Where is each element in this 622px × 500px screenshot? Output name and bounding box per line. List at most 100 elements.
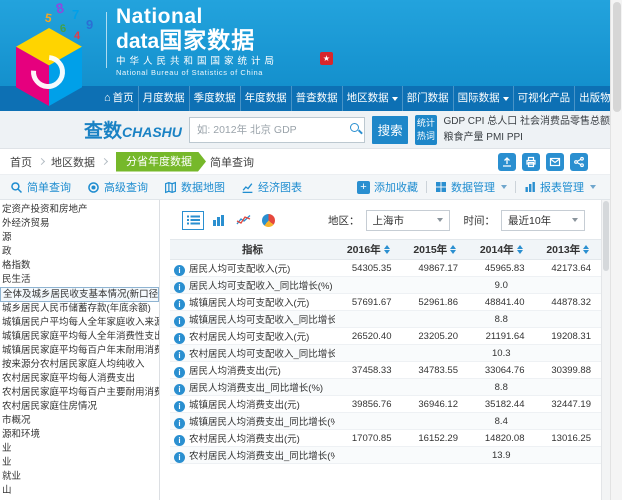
divider — [515, 181, 516, 193]
sort-icon — [583, 245, 589, 254]
logo-digit: 8 — [54, 0, 65, 17]
sidebar-item[interactable]: 城镇居民家庭平均每人全年消费性支出 — [0, 330, 159, 344]
print-icon[interactable] — [522, 153, 540, 171]
line-chart-view-icon[interactable] — [232, 211, 254, 230]
content-scrollbar[interactable] — [601, 200, 610, 500]
chevron-right-icon — [38, 158, 45, 165]
toolbar-economic-charts[interactable]: 经济图表 — [241, 179, 302, 195]
sidebar-item-selected[interactable]: 全体及城乡居民收支基本情况(新口径) — [0, 287, 159, 302]
caret-down-icon — [503, 97, 509, 101]
sidebar-item[interactable]: 山 — [0, 484, 159, 498]
info-icon[interactable]: i — [174, 384, 185, 395]
breadcrumb-simple-query[interactable]: 简单查询 — [210, 154, 254, 170]
cell-value: 44878.32 — [535, 294, 602, 311]
sidebar-item[interactable]: 城镇居民户平均每人全年家庭收入来源 — [0, 316, 159, 330]
search-icon[interactable] — [350, 123, 359, 132]
sidebar-item[interactable]: 外经济贸易 — [0, 217, 159, 231]
table-view-icon[interactable] — [182, 211, 204, 230]
cell-value: 39856.76 — [335, 396, 402, 413]
sidebar-item[interactable]: 城乡居民人民币储蓄存款(年底余额) — [0, 302, 159, 316]
info-icon[interactable]: i — [174, 299, 185, 310]
year-label: 2015年 — [413, 242, 447, 257]
metric-label: 城镇居民人均消费支出_同比增长(%) — [189, 417, 335, 428]
toolbar-simple-query[interactable]: 简单查询 — [10, 179, 71, 195]
page-scrollbar[interactable] — [610, 0, 622, 500]
scrollbar-thumb[interactable] — [613, 2, 621, 112]
breadcrumb-home[interactable]: 首页 — [10, 154, 32, 170]
sidebar-item[interactable]: 定资产投资和房地产 — [0, 203, 159, 217]
toolbar-advanced-query[interactable]: 高级查询 — [87, 179, 148, 195]
toolbar-data-map[interactable]: 数据地图 — [164, 179, 225, 195]
year-column-header[interactable]: 2016年 — [335, 240, 402, 260]
info-icon[interactable]: i — [174, 282, 185, 293]
nav-item-quarterly[interactable]: 季度数据 — [190, 86, 241, 111]
cell-value: 32447.19 — [535, 396, 602, 413]
info-icon[interactable]: i — [174, 316, 185, 327]
breadcrumb-regional-data[interactable]: 地区数据 — [51, 154, 95, 170]
info-icon[interactable]: i — [174, 401, 185, 412]
search-input[interactable] — [189, 117, 365, 143]
table-row: i居民人均可支配收入_同比增长(%) 9.0 — [170, 277, 601, 294]
nav-item-monthly[interactable]: 月度数据 — [139, 86, 190, 111]
scrollbar-thumb[interactable] — [603, 201, 609, 271]
nav-item-home[interactable]: ⌂ 首页 — [100, 86, 139, 111]
sidebar-item[interactable]: 城镇居民家庭平均每百户年末耐用消费品拥有量 — [0, 344, 159, 358]
chart-icon — [241, 181, 254, 194]
cell-value: 42173.64 — [535, 260, 602, 277]
nav-item-visualization[interactable]: 可视化产品 — [514, 86, 576, 111]
grid-icon — [435, 181, 447, 193]
sidebar-item[interactable]: 格指数 — [0, 259, 159, 273]
cell-value: 37458.33 — [335, 362, 402, 379]
info-icon[interactable]: i — [174, 452, 185, 463]
nav-label: 首页 — [113, 86, 134, 111]
year-column-header[interactable]: 2014年 — [468, 240, 535, 260]
nav-item-international[interactable]: 国际数据 — [454, 86, 514, 111]
data-management-menu[interactable]: 数据管理 — [435, 179, 507, 195]
time-select[interactable]: 最近10年 — [501, 210, 585, 231]
sidebar-item[interactable]: 农村居民家庭平均每人消费支出 — [0, 372, 159, 386]
info-icon[interactable]: i — [174, 435, 185, 446]
hot-words-line2[interactable]: 粮食产量 PMI PPI — [444, 132, 523, 143]
sort-icon — [384, 245, 390, 254]
sidebar-item[interactable]: 民生活 — [0, 273, 159, 287]
nav-item-annual[interactable]: 年度数据 — [241, 86, 292, 111]
sidebar-item[interactable]: 就业 — [0, 470, 159, 484]
sidebar-item[interactable]: 农村居民家庭平均每百户主要耐用消费品拥有量 — [0, 386, 159, 400]
sidebar-item[interactable]: 按来源分农村居民家庭人均纯收入 — [0, 358, 159, 372]
sort-icon — [450, 245, 456, 254]
info-icon[interactable]: i — [174, 367, 185, 378]
pie-chart-view-icon[interactable] — [257, 211, 279, 230]
nav-item-regional[interactable]: 地区数据 — [343, 86, 403, 111]
add-favorite-button[interactable]: + 添加收藏 — [357, 179, 418, 195]
nav-item-census[interactable]: 普查数据 — [292, 86, 343, 111]
info-icon[interactable]: i — [174, 350, 185, 361]
sidebar-item[interactable]: 农村居民家庭住房情况 — [0, 400, 159, 414]
export-icon[interactable] — [498, 153, 516, 171]
breadcrumb-actions — [498, 153, 588, 171]
share-icon[interactable] — [570, 153, 588, 171]
bar-chart-view-icon[interactable] — [207, 211, 229, 230]
email-icon[interactable] — [546, 153, 564, 171]
cell-value — [535, 447, 602, 464]
brand-line2-en: data — [116, 30, 159, 53]
sidebar-item[interactable]: 业 — [0, 456, 159, 470]
sidebar-item[interactable]: 源和环境 — [0, 428, 159, 442]
breadcrumb-annual-by-province[interactable]: 分省年度数据 — [116, 152, 206, 172]
info-icon[interactable]: i — [174, 265, 185, 276]
metric-label: 城镇居民人均可支配收入(元) — [189, 298, 309, 309]
sidebar-item[interactable]: 业 — [0, 442, 159, 456]
year-column-header[interactable]: 2013年 — [535, 240, 602, 260]
report-management-menu[interactable]: 报表管理 — [524, 179, 596, 195]
nav-item-departmental[interactable]: 部门数据 — [403, 86, 454, 111]
year-column-header[interactable]: 2015年 — [402, 240, 469, 260]
sidebar-item[interactable]: 市概况 — [0, 414, 159, 428]
info-icon[interactable]: i — [174, 418, 185, 429]
info-icon[interactable]: i — [174, 333, 185, 344]
search-button[interactable]: 搜索 — [372, 116, 408, 144]
region-select[interactable]: 上海市 — [366, 210, 450, 231]
cell-value: 54305.35 — [335, 260, 402, 277]
nav-item-publications[interactable]: 出版物 — [575, 86, 610, 111]
sidebar-item[interactable]: 政 — [0, 245, 159, 259]
sidebar-item[interactable]: 源 — [0, 231, 159, 245]
hot-words-line1[interactable]: GDP CPI 总人口 社会消费品零售总额 — [444, 116, 611, 127]
